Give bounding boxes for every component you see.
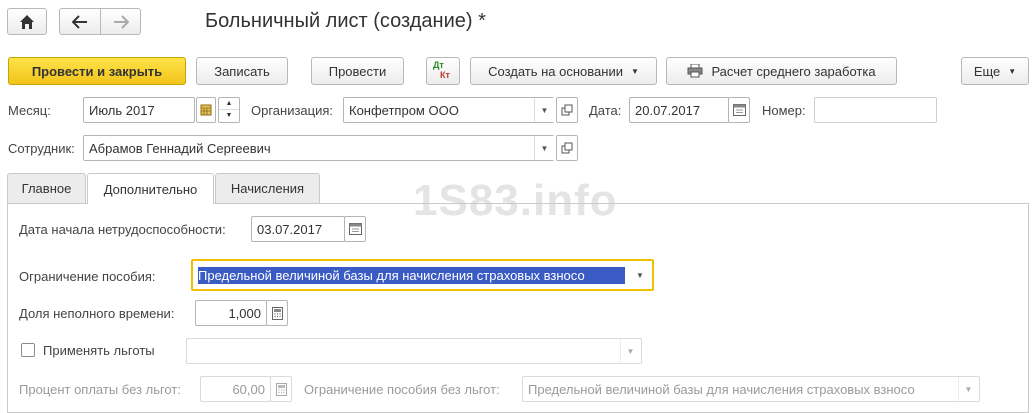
benefit-limit-label: Ограничение пособия: [19, 269, 156, 284]
part-time-calculator-button[interactable] [266, 300, 288, 326]
chevron-down-icon: ▼ [630, 66, 639, 76]
start-date-calendar-button[interactable] [344, 216, 366, 242]
start-date-label: Дата начала нетрудоспособности: [19, 222, 226, 237]
month-calendar-button[interactable] [196, 97, 216, 123]
stepper-up-icon[interactable]: ▲ [219, 98, 239, 110]
create-based-on-button[interactable]: Создать на основании ▼ [470, 57, 657, 85]
forward-arrow-icon [113, 14, 129, 29]
home-icon [20, 14, 34, 29]
limit-no-benefit-value: Предельной величиной базы для начисления… [528, 381, 915, 397]
calculator-icon [271, 306, 283, 320]
dt-kt-button[interactable]: Дт Кт [426, 57, 460, 85]
benefits-dropdown-icon[interactable]: ▼ [620, 339, 640, 363]
month-label: Месяц: [8, 103, 51, 118]
more-button[interactable]: Еще ▼ [961, 57, 1029, 85]
organization-dropdown-icon[interactable]: ▼ [534, 98, 554, 122]
month-stepper[interactable]: ▲ ▼ [218, 97, 240, 123]
pct-no-benefit-value: 60,00 [232, 381, 265, 397]
avg-earnings-label: Расчет среднего заработка [711, 63, 876, 79]
pct-calculator-button[interactable] [270, 376, 292, 402]
calculator-icon [275, 382, 287, 396]
organization-label: Организация: [251, 103, 334, 118]
post-button[interactable]: Провести [311, 57, 404, 85]
benefits-field[interactable] [186, 338, 642, 364]
part-time-value: 1,000 [228, 305, 261, 321]
back-arrow-icon [72, 14, 87, 29]
avg-earnings-button[interactable]: Расчет среднего заработка [666, 57, 897, 85]
benefit-limit-value: Предельной величиной базы для начисления… [198, 267, 625, 284]
create-based-on-label: Создать на основании [488, 63, 623, 79]
forward-button[interactable] [100, 8, 141, 35]
more-label: Еще [973, 63, 1001, 79]
open-icon [561, 142, 573, 154]
benefits-checkbox[interactable] [21, 343, 35, 357]
organization-open-button[interactable] [556, 97, 578, 123]
start-date-field[interactable]: 03.07.2017 [251, 216, 345, 242]
benefit-limit-dropdown-icon[interactable]: ▼ [630, 265, 650, 285]
employee-field[interactable]: Абрамов Геннадий Сергеевич [83, 135, 554, 161]
part-time-label: Доля неполного времени: [19, 306, 175, 321]
calendar-icon [348, 223, 362, 235]
limit-no-benefit-label: Ограничение пособия без льгот: [304, 382, 500, 397]
employee-value: Абрамов Геннадий Сергеевич [89, 140, 271, 156]
home-button[interactable] [7, 8, 47, 35]
organization-value: Конфетпром ООО [349, 102, 459, 118]
kt-label: Кт [440, 70, 450, 80]
write-button[interactable]: Записать [196, 57, 288, 85]
date-label: Дата: [589, 103, 622, 118]
employee-open-button[interactable] [556, 135, 578, 161]
employee-label: Сотрудник: [8, 141, 75, 156]
limit-no-benefit-dropdown-icon[interactable]: ▼ [958, 377, 978, 401]
number-field[interactable] [814, 97, 937, 123]
organization-field[interactable]: Конфетпром ООО [343, 97, 554, 123]
benefits-label: Применять льготы [43, 343, 155, 358]
month-field[interactable]: Июль 2017 [83, 97, 195, 123]
date-field[interactable]: 20.07.2017 [629, 97, 729, 123]
dt-kt-icon: Дт Кт [433, 61, 453, 81]
window-title: Больничный лист (создание) * [205, 10, 486, 32]
tab-accruals[interactable]: Начисления [215, 173, 320, 203]
limit-no-benefit-field[interactable]: Предельной величиной базы для начисления… [522, 376, 980, 402]
benefit-limit-field[interactable]: Предельной величиной базы для начисления… [191, 259, 654, 291]
tab-main[interactable]: Главное [7, 173, 86, 203]
employee-dropdown-icon[interactable]: ▼ [534, 136, 554, 160]
post-and-close-button[interactable]: Провести и закрыть [8, 57, 186, 85]
pct-no-benefit-label: Процент оплаты без льгот: [19, 382, 181, 397]
chevron-down-icon: ▼ [1008, 66, 1017, 76]
stepper-down-icon[interactable]: ▼ [219, 110, 239, 122]
pct-no-benefit-field[interactable]: 60,00 [200, 376, 271, 402]
dt-label: Дт [433, 60, 444, 70]
tab-additional[interactable]: Дополнительно [87, 173, 214, 204]
number-label: Номер: [762, 103, 806, 118]
open-icon [561, 104, 573, 116]
back-button[interactable] [59, 8, 101, 35]
part-time-field[interactable]: 1,000 [195, 300, 267, 326]
printer-icon [687, 64, 703, 78]
calendar-icon [732, 104, 746, 116]
date-calendar-button[interactable] [728, 97, 750, 123]
calendar-icon [200, 104, 212, 116]
